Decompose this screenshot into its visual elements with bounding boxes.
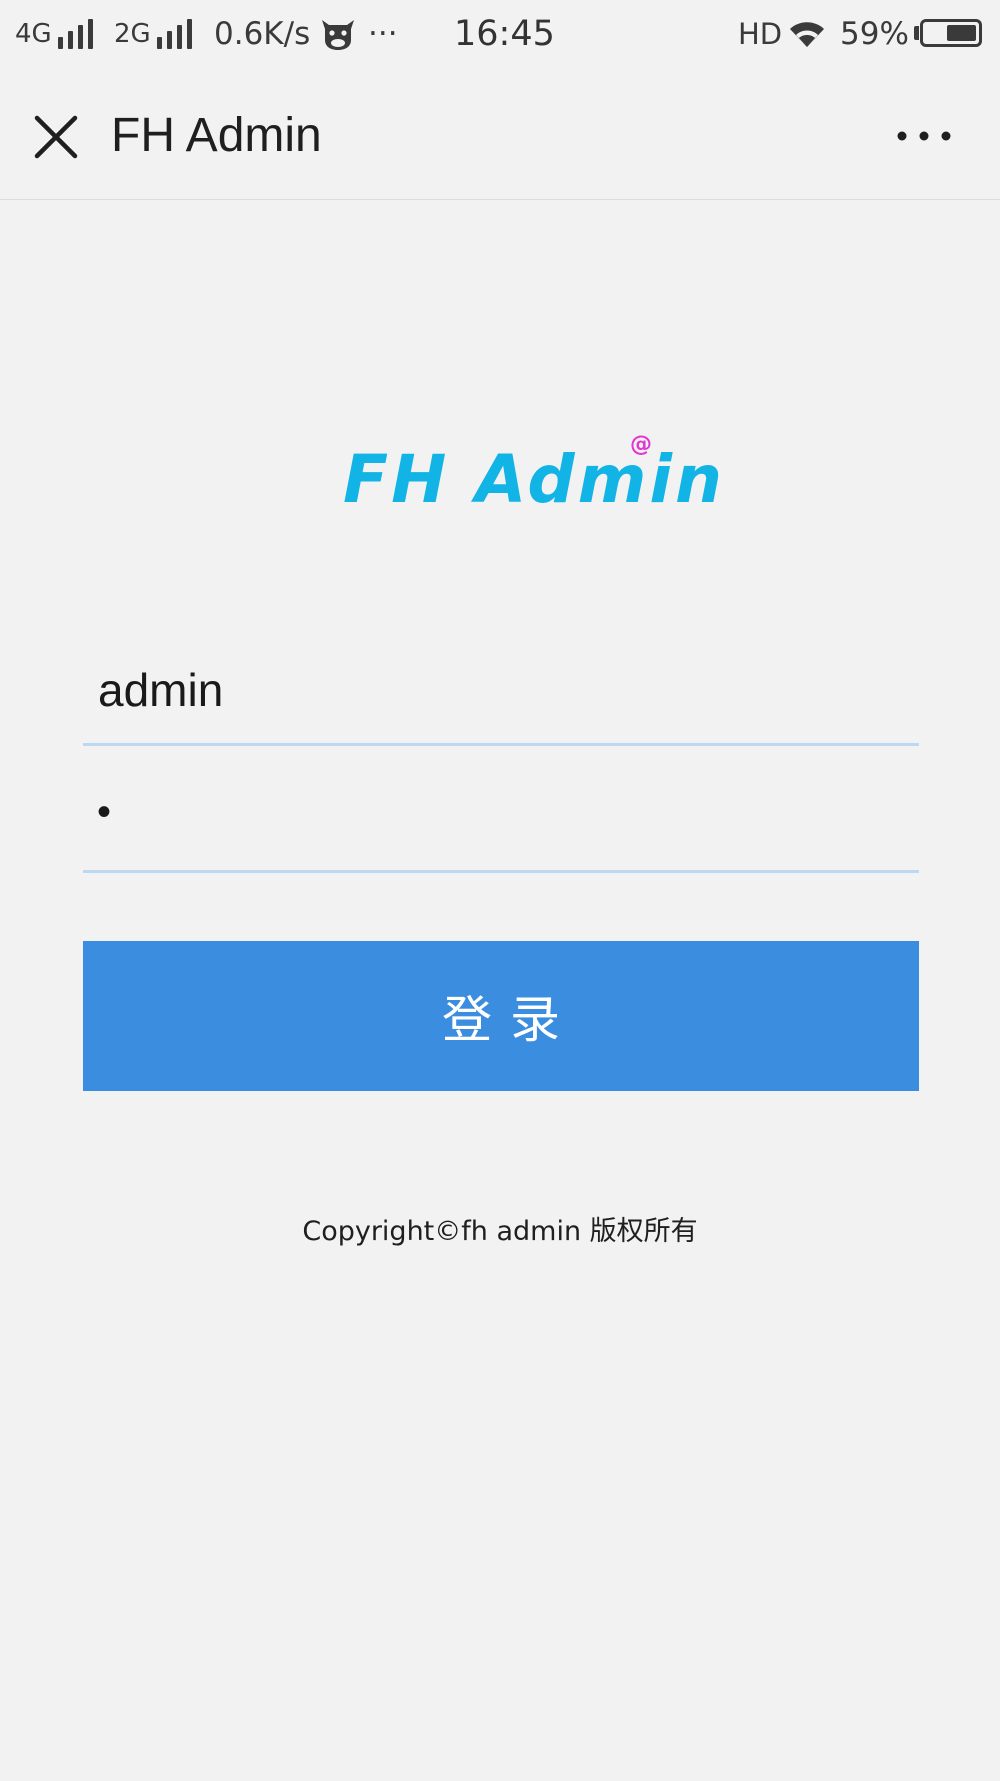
- signal-4g-icon: [57, 19, 93, 49]
- logo-text: FH Admin: [343, 441, 725, 518]
- password-input[interactable]: [83, 763, 919, 870]
- signal-2g-icon: [156, 19, 192, 49]
- username-field: [83, 636, 919, 746]
- wifi-icon: [788, 14, 826, 54]
- close-button[interactable]: [24, 106, 88, 170]
- nav-bar: FH Admin: [0, 68, 1000, 200]
- status-time: 16:45: [454, 14, 555, 54]
- hd-label: HD: [738, 17, 783, 51]
- copyright-text: Copyright©fh admin 版权所有: [302, 1216, 698, 1247]
- status-overflow: ···: [368, 16, 398, 52]
- password-field: [83, 763, 919, 873]
- more-dots-icon: [897, 131, 951, 141]
- username-input[interactable]: [83, 636, 919, 743]
- network-4g: 4G: [15, 14, 93, 54]
- login-button[interactable]: 登录: [83, 941, 919, 1091]
- status-bar: 4G 2G 0.6K/s ··· 16:45 HD 59%: [0, 0, 1000, 68]
- cow-face-icon: [318, 14, 358, 54]
- network-2g: 2G: [114, 14, 192, 54]
- battery-percent: 59%: [840, 16, 909, 52]
- more-button[interactable]: [890, 112, 960, 160]
- network-2g-label: 2G: [114, 19, 151, 49]
- net-speed: 0.6K/s: [214, 16, 311, 52]
- network-4g-label: 4G: [15, 19, 52, 49]
- battery-icon: [920, 19, 982, 47]
- logo-at-mark: @: [630, 432, 652, 457]
- page-title: FH Admin: [111, 109, 322, 162]
- battery-level-fill: [946, 25, 976, 41]
- battery-nub: [914, 26, 919, 40]
- close-icon: [34, 115, 78, 159]
- app-logo: FH Admin @: [340, 432, 722, 520]
